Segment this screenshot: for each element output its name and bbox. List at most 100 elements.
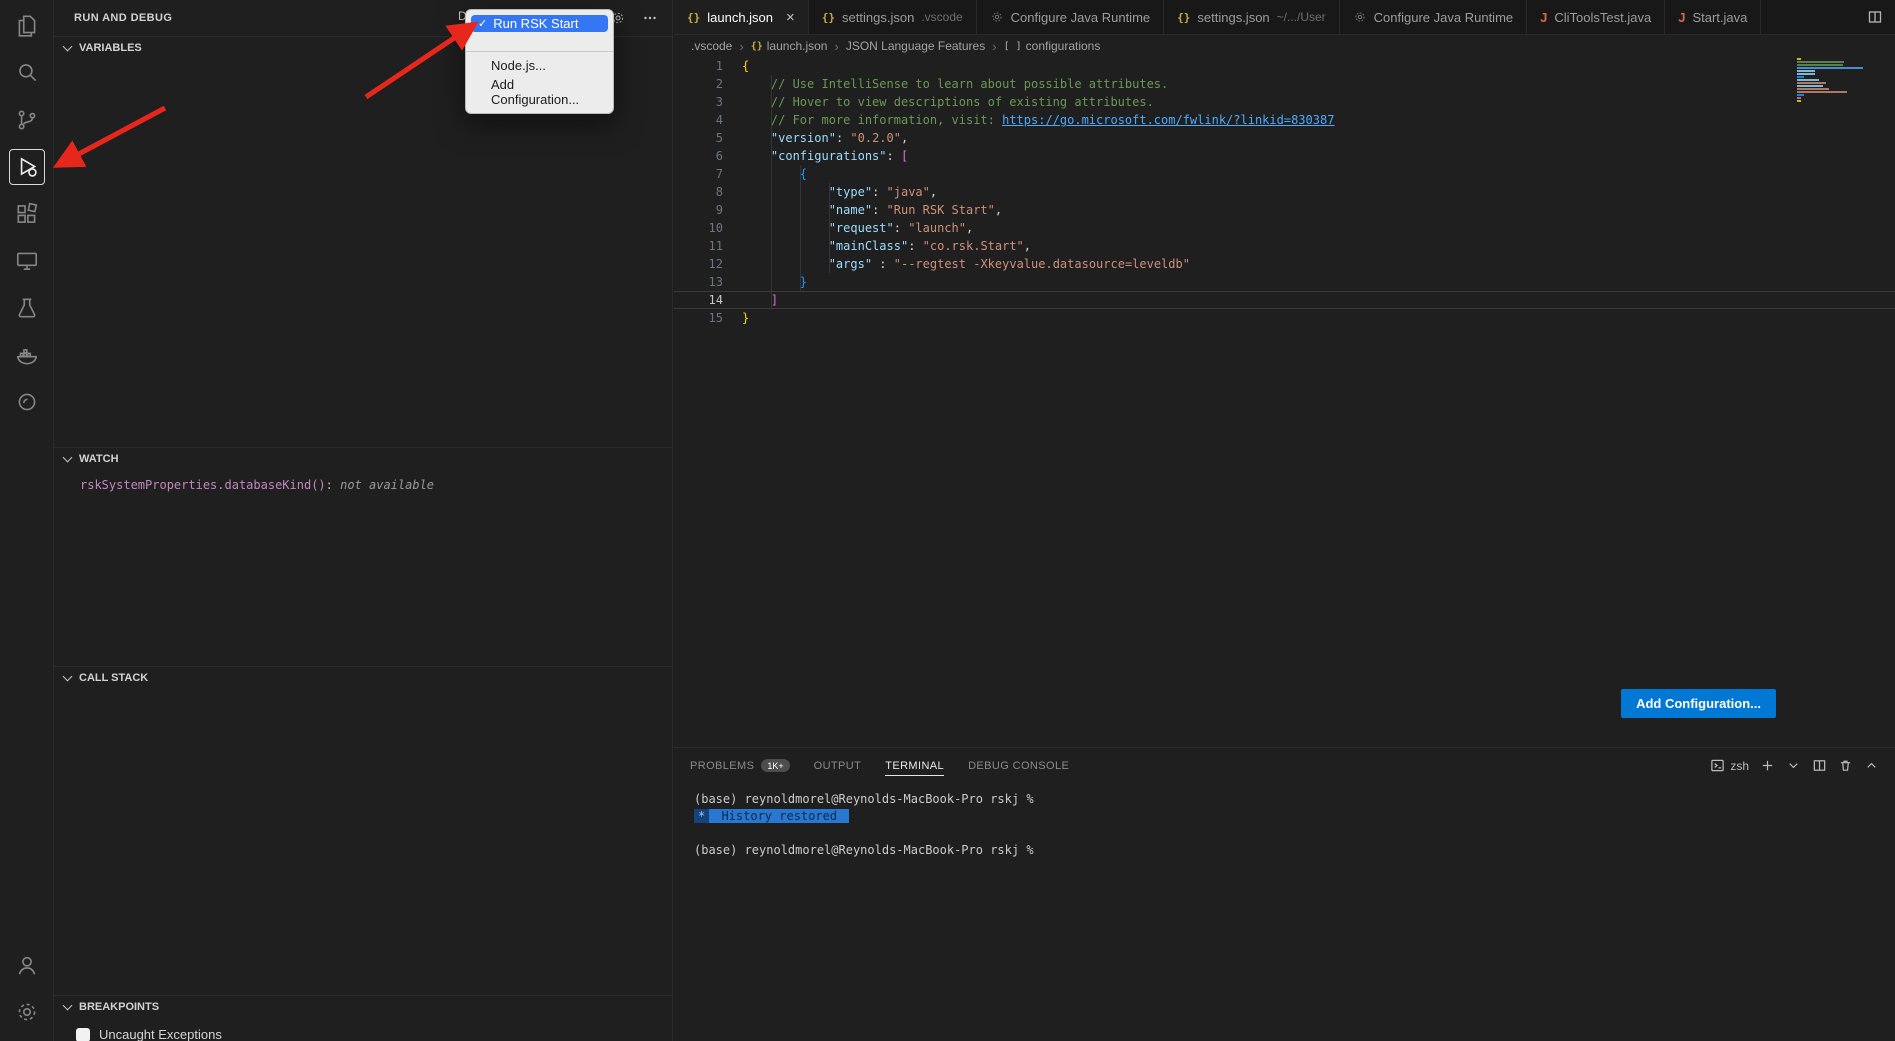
code-line[interactable]: 3 // Hover to view descriptions of exist… xyxy=(674,93,1895,111)
close-icon[interactable]: × xyxy=(786,10,795,25)
activity-gradle-icon[interactable] xyxy=(0,378,53,425)
code-text: "version": "0.2.0", xyxy=(742,129,908,147)
activity-bar-top xyxy=(0,2,53,425)
section-breakpoints-header[interactable]: BREAKPOINTS xyxy=(54,996,672,1018)
code-line[interactable]: 5 "version": "0.2.0", xyxy=(674,129,1895,147)
breadcrumb-item-launch-json[interactable]: {}launch.json xyxy=(751,39,828,53)
terminal-output[interactable]: (base) reynoldmorel@Reynolds-MacBook-Pro… xyxy=(674,783,1895,859)
line-number: 7 xyxy=(674,165,723,183)
code-line[interactable]: 10 "request": "launch", xyxy=(674,219,1895,237)
dropdown-item-node-js-[interactable]: Node.js... xyxy=(466,56,613,75)
terminal-line xyxy=(694,825,1895,842)
activity-remote-explorer-icon[interactable] xyxy=(0,237,53,284)
section-call-stack-header[interactable]: CALL STACK xyxy=(54,667,672,689)
tab-configure-java-runtime[interactable]: Configure Java Runtime xyxy=(977,0,1164,34)
code-line[interactable]: 13 } xyxy=(674,273,1895,291)
code-line[interactable]: 14 ] xyxy=(674,291,1895,309)
code-line[interactable]: 15} xyxy=(674,309,1895,327)
line-number: 10 xyxy=(674,219,723,237)
dropdown-selected-item[interactable]: ✓ Run RSK Start xyxy=(471,15,608,32)
panel-tab-terminal[interactable]: TERMINAL xyxy=(885,748,944,783)
minimap-line xyxy=(1797,58,1801,60)
section-watch-header[interactable]: WATCH xyxy=(54,448,672,470)
add-configuration-button[interactable]: Add Configuration... xyxy=(1621,689,1776,718)
more-actions-icon[interactable] xyxy=(642,10,658,26)
sidebar-run-and-debug: RUN AND DEBUG D VARIABLES WATCH rskSyste… xyxy=(54,0,673,1041)
chevron-down-icon xyxy=(63,42,73,52)
activity-extensions-icon[interactable] xyxy=(0,190,53,237)
line-number: 5 xyxy=(674,129,723,147)
code-line[interactable]: 7 { xyxy=(674,165,1895,183)
minimap-line xyxy=(1797,82,1826,84)
new-terminal-icon[interactable] xyxy=(1760,758,1775,773)
code-line[interactable]: 1{ xyxy=(674,57,1895,75)
activity-settings-icon[interactable] xyxy=(0,988,53,1035)
terminal-icon xyxy=(1710,758,1725,773)
shell-selector[interactable]: zsh xyxy=(1710,758,1749,773)
activity-run-and-debug-icon[interactable] xyxy=(0,143,53,190)
minimap-line xyxy=(1797,64,1843,66)
breadcrumb-item--vscode[interactable]: .vscode xyxy=(691,39,732,53)
tab-settings-json[interactable]: {}settings.json~/.../User xyxy=(1164,0,1340,34)
code-line[interactable]: 8 "type": "java", xyxy=(674,183,1895,201)
tab-configure-java-runtime[interactable]: Configure Java Runtime xyxy=(1340,0,1527,34)
line-number: 6 xyxy=(674,147,723,165)
panel-tab-output[interactable]: OUTPUT xyxy=(814,748,862,783)
dropdown-divider xyxy=(466,51,613,52)
minimap-line xyxy=(1797,70,1815,72)
uncaught-exceptions-checkbox[interactable] xyxy=(76,1028,90,1041)
activity-accounts-icon[interactable] xyxy=(0,941,53,988)
section-variables-label: VARIABLES xyxy=(79,42,142,54)
line-number: 2 xyxy=(674,75,723,93)
activity-docker-icon[interactable] xyxy=(0,331,53,378)
breadcrumb-separator: › xyxy=(834,39,838,54)
activity-explorer-icon[interactable] xyxy=(0,2,53,49)
code-line[interactable]: 4 // For more information, visit: https:… xyxy=(674,111,1895,129)
code-editor[interactable]: 1{2 // Use IntelliSense to learn about p… xyxy=(674,57,1895,747)
watch-expression-value: not available xyxy=(340,478,434,492)
kill-terminal-icon[interactable] xyxy=(1838,758,1853,773)
minimap-line xyxy=(1797,73,1815,75)
tab-clitoolstest-java[interactable]: JCliToolsTest.java xyxy=(1527,0,1665,34)
code-text: // Hover to view descriptions of existin… xyxy=(742,93,1154,111)
code-text: { xyxy=(742,57,749,75)
chevron-down-icon xyxy=(63,1001,73,1011)
dropdown-item-add-configuration-[interactable]: Add Configuration... xyxy=(466,75,613,109)
code-text: ] xyxy=(742,292,778,308)
code-text: "configurations": [ xyxy=(742,147,908,165)
panel-tab-debug-console[interactable]: DEBUG CONSOLE xyxy=(968,748,1069,783)
code-line[interactable]: 12 "args" : "--regtest -Xkeyvalue.dataso… xyxy=(674,255,1895,273)
code-text: "name": "Run RSK Start", xyxy=(742,201,1002,219)
minimap-line xyxy=(1797,61,1844,63)
watch-expression-name: rskSystemProperties.databaseKind() xyxy=(80,478,326,492)
minimap-line xyxy=(1797,67,1863,69)
split-editor-icon[interactable] xyxy=(1867,0,1895,34)
tab-start-java[interactable]: JStart.java xyxy=(1665,0,1761,34)
maximize-panel-icon[interactable] xyxy=(1864,758,1879,773)
terminal-profile-chevron-icon[interactable] xyxy=(1786,758,1801,773)
code-line[interactable]: 2 // Use IntelliSense to learn about pos… xyxy=(674,75,1895,93)
activity-search-icon[interactable] xyxy=(0,49,53,96)
split-terminal-icon[interactable] xyxy=(1812,758,1827,773)
editor-region: {}launch.json×{}settings.json.vscodeConf… xyxy=(674,0,1895,1041)
editor-tabs: {}launch.json×{}settings.json.vscodeConf… xyxy=(674,0,1761,34)
code-line[interactable]: 9 "name": "Run RSK Start", xyxy=(674,201,1895,219)
activity-bar xyxy=(0,0,54,1041)
tab-launch-json[interactable]: {}launch.json× xyxy=(674,0,809,34)
code-line[interactable]: 11 "mainClass": "co.rsk.Start", xyxy=(674,237,1895,255)
line-number: 15 xyxy=(674,309,723,327)
code-line[interactable]: 6 "configurations": [ xyxy=(674,147,1895,165)
line-number: 9 xyxy=(674,201,723,219)
minimap[interactable] xyxy=(1797,58,1867,103)
tab-settings-json[interactable]: {}settings.json.vscode xyxy=(809,0,977,34)
minimap-line xyxy=(1797,88,1829,90)
watch-expression[interactable]: rskSystemProperties.databaseKind(): not … xyxy=(80,478,672,492)
sidebar-title: RUN AND DEBUG xyxy=(74,12,172,24)
breadcrumb-item-json-language-features[interactable]: JSON Language Features xyxy=(846,39,985,53)
breakpoint-uncaught-exceptions[interactable]: Uncaught Exceptions xyxy=(76,1027,672,1041)
activity-source-control-icon[interactable] xyxy=(0,96,53,143)
activity-testing-icon[interactable] xyxy=(0,284,53,331)
panel-tab-problems[interactable]: PROBLEMS1K+ xyxy=(690,748,790,783)
breadcrumb-item-configurations[interactable]: [ ]configurations xyxy=(1004,39,1101,53)
code-text: } xyxy=(742,309,749,327)
